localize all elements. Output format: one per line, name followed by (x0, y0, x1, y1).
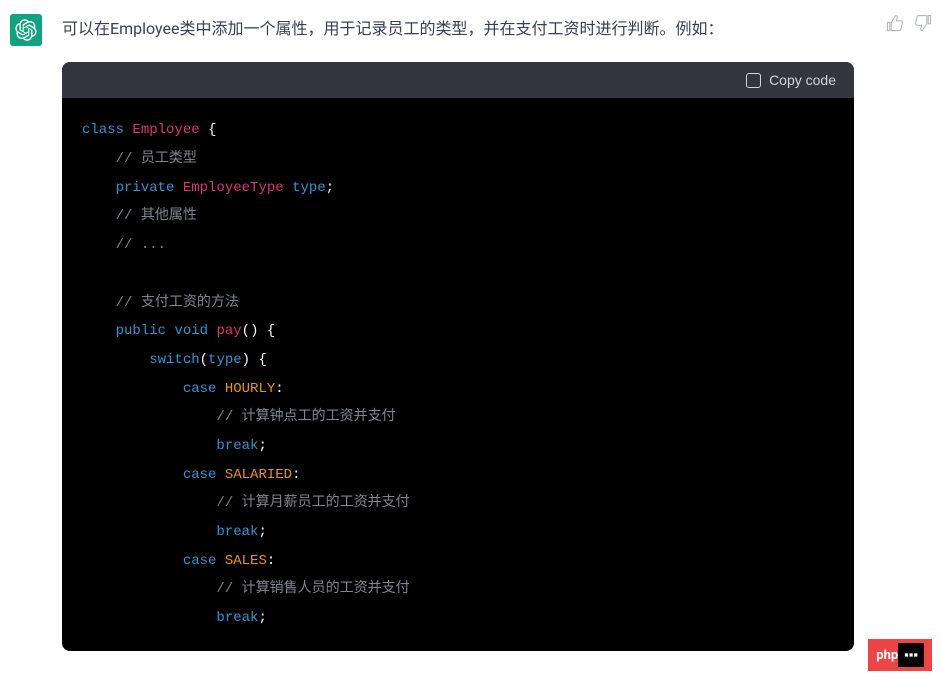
thumbs-down-button[interactable] (914, 14, 932, 32)
copy-code-button[interactable]: Copy code (746, 72, 836, 88)
assistant-message: 可以在Employee类中添加一个属性，用于记录员工的类型，并在支付工资时进行判… (0, 0, 942, 665)
assistant-avatar (10, 14, 42, 46)
copy-label: Copy code (769, 72, 836, 88)
code-content: class Employee { // 员工类型 private Employe… (62, 98, 854, 650)
copy-icon (746, 73, 761, 88)
response-text: 可以在Employee类中添加一个属性，用于记录员工的类型，并在支付工资时进行判… (62, 14, 854, 44)
feedback-controls (886, 14, 932, 651)
thumbs-up-button[interactable] (886, 14, 904, 32)
thumbs-down-icon (914, 14, 932, 32)
openai-logo-icon (15, 19, 37, 41)
code-block: Copy code class Employee { // 员工类型 priva… (62, 62, 854, 650)
watermark: php ▪▪▪ (868, 639, 932, 671)
content-area: 可以在Employee类中添加一个属性，用于记录员工的类型，并在支付工资时进行判… (62, 14, 854, 651)
thumbs-up-icon (886, 14, 904, 32)
code-header: Copy code (62, 62, 854, 98)
